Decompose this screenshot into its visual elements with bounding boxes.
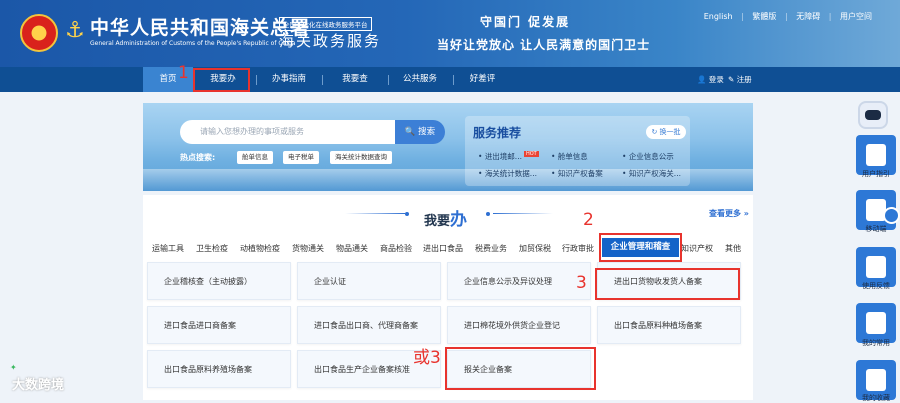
service-card[interactable]: 出口食品原料养殖场备案 [147, 350, 291, 388]
category-tab[interactable]: 知识产权 [681, 243, 713, 254]
link-english[interactable]: English [704, 12, 733, 21]
hot-tag[interactable]: 海关统计数据查询 [330, 151, 392, 164]
recommend-item[interactable]: • 企业信息公示 [622, 151, 674, 162]
site-header: ⚓ 中华人民共和国海关总署 General Administration of … [0, 0, 900, 67]
hot-search-label: 热点搜索: [180, 153, 216, 162]
category-tab[interactable]: 卫生检疫 [196, 243, 228, 254]
category-tab[interactable]: 物品通关 [336, 243, 368, 254]
refresh-icon: ↻ [651, 128, 658, 136]
user-guide-icon [866, 144, 886, 166]
category-tab[interactable]: 其他 [725, 243, 741, 254]
top-links: English | 繁體版 | 无障碍 | 用户空间 [703, 12, 872, 21]
link-user-space[interactable]: 用户空间 [840, 12, 872, 21]
register-label: 注册 [736, 75, 752, 84]
recommend-item[interactable]: • 舱单信息 [551, 151, 588, 162]
nav-guide[interactable]: 办事指南 [259, 67, 319, 92]
float-help-icon[interactable] [883, 207, 900, 224]
favorites-label: 我的常用 [862, 339, 890, 347]
change-batch-label: 换一批 [659, 128, 681, 136]
nav-rating[interactable]: 好差评 [455, 67, 510, 92]
service-card[interactable]: 进口棉花境外供货企业登记 [447, 306, 591, 344]
annotation-box-3-alt [445, 347, 596, 390]
search-button[interactable]: 🔍 搜索 [395, 120, 445, 144]
recommend-title: 服务推荐 [473, 126, 522, 140]
search-icon: 🔍 [404, 127, 416, 137]
section-title: 我要办 [424, 210, 468, 230]
service-card[interactable]: 进口食品进口商备案 [147, 306, 291, 344]
annotation-1: 1 [178, 63, 189, 83]
change-batch-button[interactable]: ↻ 换一批 [646, 125, 686, 139]
robot-assistant-icon[interactable] [858, 101, 888, 129]
search-button-label: 搜索 [418, 127, 436, 137]
platform-name: 海关政务服务 [279, 32, 382, 50]
mobile-label: 移动端 [865, 225, 887, 233]
recommend-item[interactable]: • 知识产权备案 [551, 168, 603, 179]
feedback-label: 使用反馈 [862, 282, 890, 290]
register-link[interactable]: ✎ 注册 [728, 67, 752, 92]
slogan-primary: 守国门 促发展 [480, 15, 571, 29]
hot-tag[interactable]: 舱单信息 [237, 151, 273, 164]
edit-icon: ✎ [728, 75, 735, 84]
service-card[interactable]: 企业认证 [297, 262, 441, 300]
annotation-3: 3 [576, 273, 587, 293]
annotation-box-2 [599, 233, 682, 262]
site-title[interactable]: 中华人民共和国海关总署 [90, 13, 310, 40]
recommend-item[interactable]: • 进出境邮... HOT [478, 151, 539, 162]
service-card[interactable]: 企业信息公示及异议处理 [447, 262, 591, 300]
nav-query[interactable]: 我要查 [325, 67, 385, 92]
search-input[interactable]: 请输入您想办理的事项或服务 [180, 120, 395, 144]
user-icon: 👤 [697, 75, 707, 84]
recommend-item[interactable]: • 海关统计数据... [478, 168, 537, 179]
watermark-icon: ✦ [10, 363, 17, 372]
star-icon [866, 369, 886, 391]
annotation-box-1 [193, 68, 250, 92]
link-accessibility[interactable]: 无障碍 [796, 12, 820, 21]
category-tab[interactable]: 进出口食品 [423, 243, 463, 254]
slogan-secondary: 当好让党放心 让人民满意的国门卫士 [437, 38, 651, 52]
user-guide-label: 用户指引 [862, 170, 890, 178]
annotation-2: 2 [583, 210, 594, 230]
collection-label: 我的收藏 [862, 394, 890, 402]
category-tab[interactable]: 行政审批 [562, 243, 594, 254]
site-title-en: General Administration of Customs of the… [90, 40, 296, 47]
category-tab[interactable]: 加贸保税 [519, 243, 551, 254]
main-nav: 首页 我要办 办事指南 我要查 公共服务 好差评 👤 登录 ✎ 注册 [0, 67, 900, 92]
favorites-button[interactable] [856, 303, 896, 343]
category-tab[interactable]: 运输工具 [152, 243, 184, 254]
service-card[interactable]: 进口食品出口商、代理商备案 [297, 306, 441, 344]
hot-tag[interactable]: 电子税单 [283, 151, 319, 164]
recommend-item[interactable]: • 知识产权海关... [622, 168, 681, 179]
hot-badge: HOT [523, 151, 539, 157]
login-label: 登录 [708, 75, 724, 84]
category-tab[interactable]: 商品检验 [380, 243, 412, 254]
watermark-text: 大数跨境 [12, 378, 65, 393]
platform-label: 全国一体化在线政务服务平台 [279, 17, 372, 31]
category-tab[interactable]: 动植物检疫 [240, 243, 280, 254]
login-link[interactable]: 👤 登录 [697, 67, 724, 92]
category-tab[interactable]: 货物通关 [292, 243, 324, 254]
service-card[interactable]: 出口食品原料种植场备案 [597, 306, 741, 344]
grid-icon [866, 312, 886, 334]
category-tab[interactable]: 税费业务 [475, 243, 507, 254]
annotation-3-alt: 或3 [413, 348, 441, 368]
national-emblem-icon [20, 14, 58, 52]
view-more-link[interactable]: 查看更多 » [709, 208, 749, 219]
link-traditional[interactable]: 繁體版 [752, 12, 776, 21]
nav-public-service[interactable]: 公共服务 [390, 67, 450, 92]
customs-logo-icon: ⚓ [65, 18, 85, 43]
feedback-icon [866, 256, 886, 278]
service-card[interactable]: 企业稽核查（主动披露） [147, 262, 291, 300]
annotation-box-3 [595, 268, 740, 300]
